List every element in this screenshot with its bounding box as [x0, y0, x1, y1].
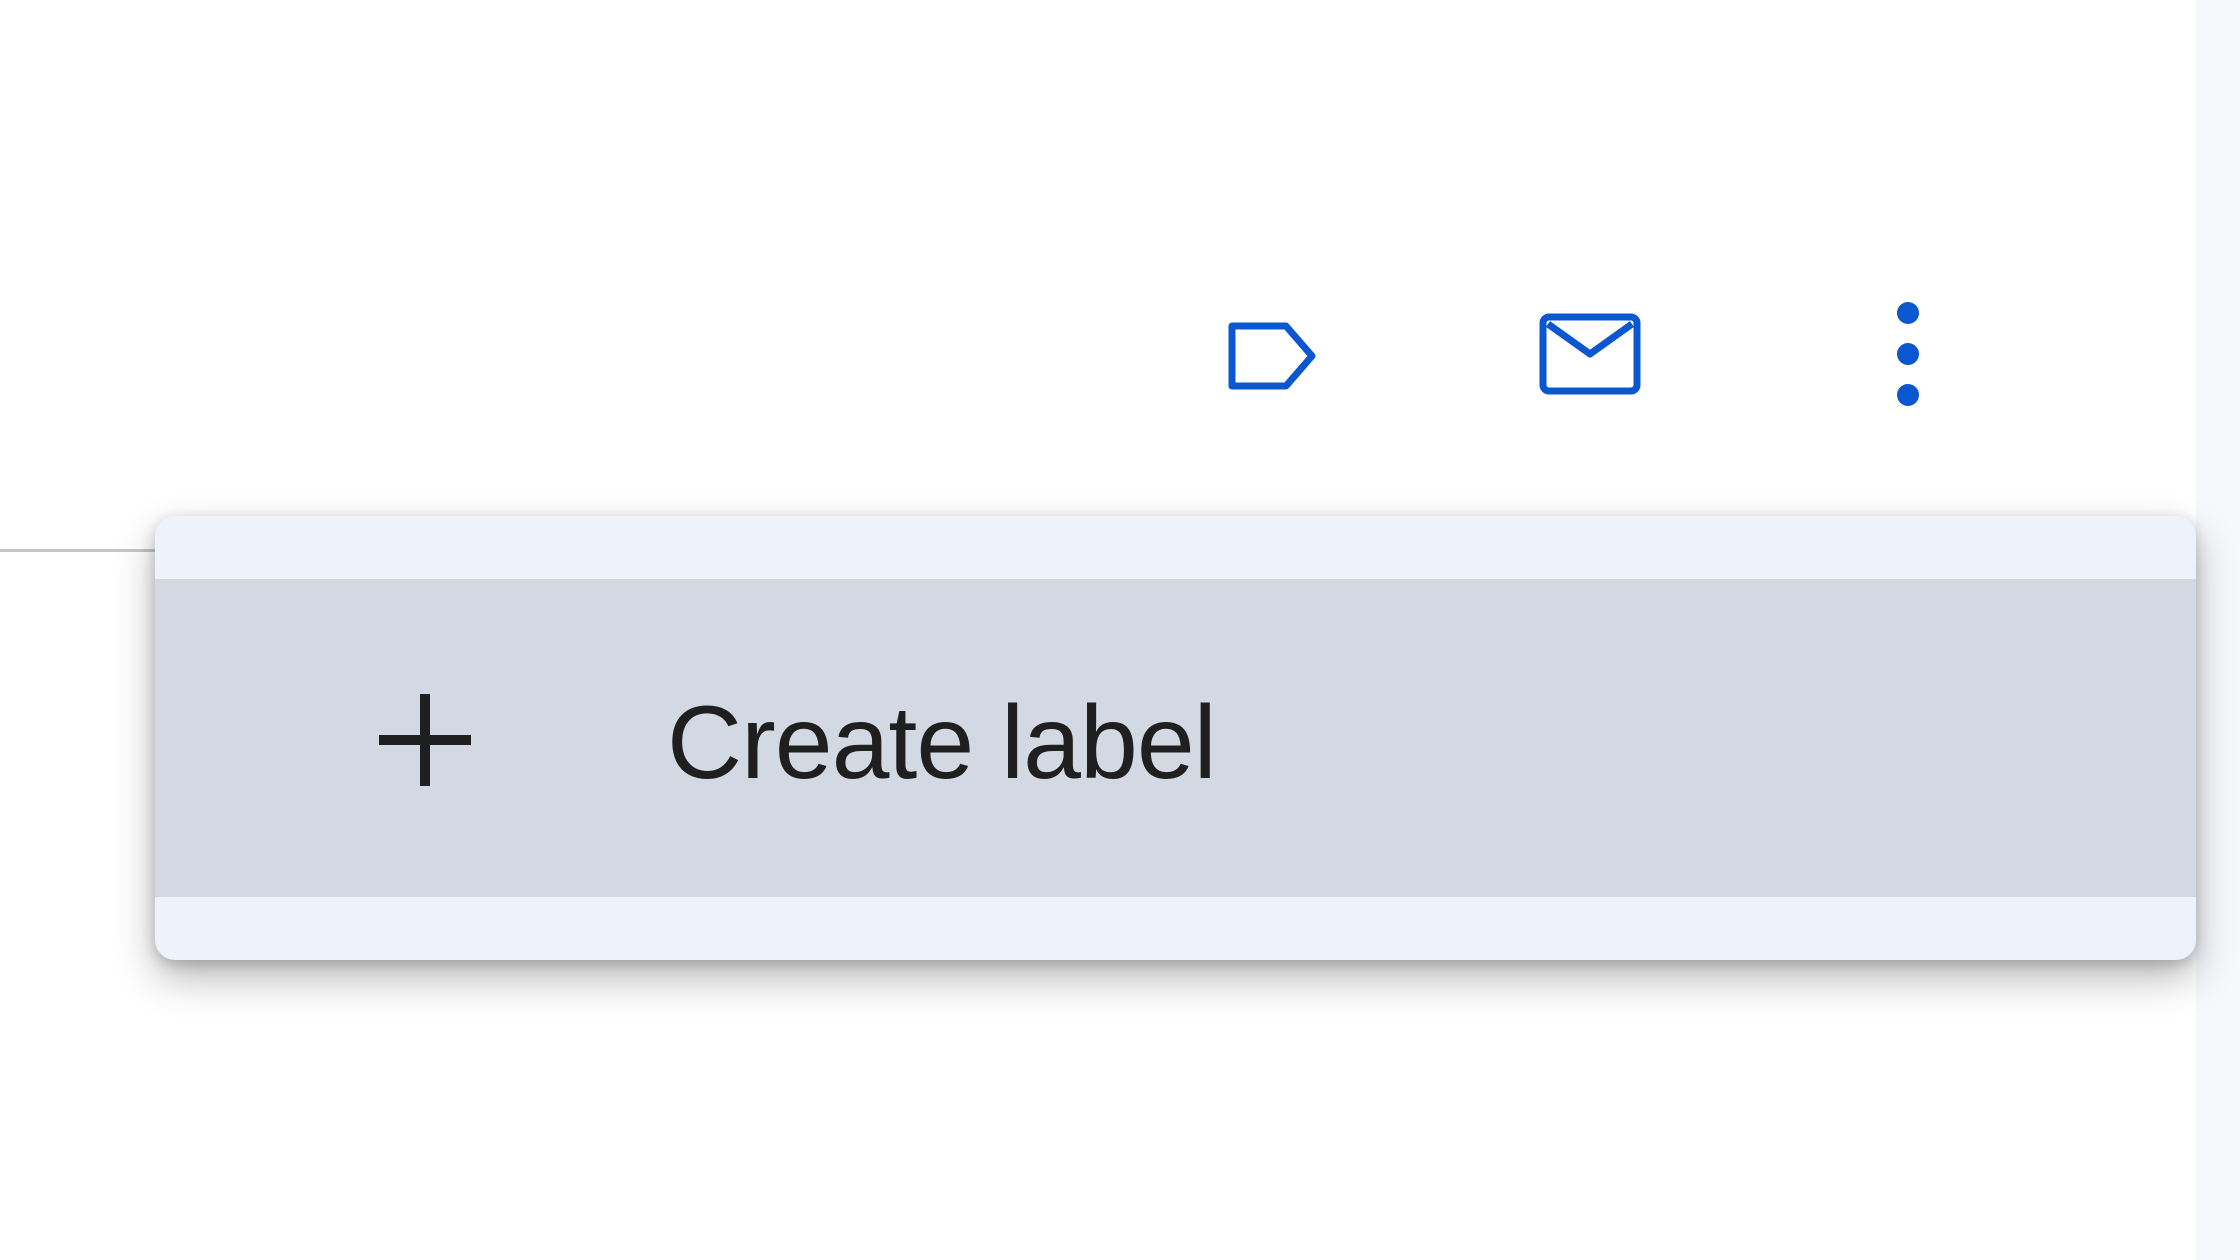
- divider: [0, 549, 160, 552]
- label-icon: [1228, 322, 1316, 390]
- more-vert-icon: [1897, 302, 1919, 406]
- plus-icon: [379, 694, 471, 786]
- label-button[interactable]: [1212, 296, 1332, 416]
- label-menu: Create label: [155, 516, 2196, 960]
- mail-icon: [1539, 313, 1641, 395]
- right-side-panel: [2196, 0, 2240, 1260]
- page: Create label: [0, 0, 2240, 1260]
- create-label-text: Create label: [667, 685, 1217, 801]
- create-label-menu-item[interactable]: Create label: [155, 579, 2196, 897]
- more-options-button[interactable]: [1848, 294, 1968, 414]
- mark-as-unread-button[interactable]: [1530, 294, 1650, 414]
